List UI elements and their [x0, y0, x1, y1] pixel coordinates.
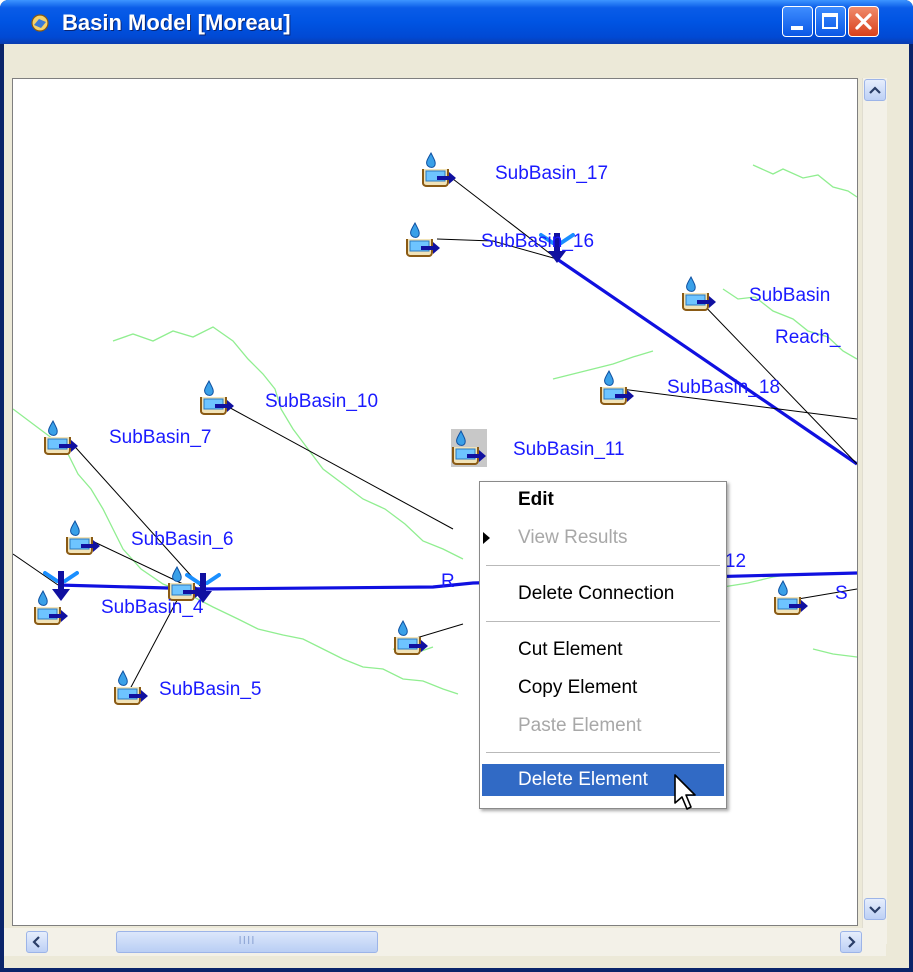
- chevron-up-icon: [869, 86, 881, 94]
- label-subbasin-17[interactable]: SubBasin_17: [495, 163, 608, 185]
- menu-separator: [486, 621, 720, 623]
- label-subbasin-16[interactable]: SubBasin_16: [481, 231, 594, 253]
- menu-item-paste-element[interactable]: Paste Element: [482, 710, 724, 742]
- chevron-left-icon: [32, 936, 40, 948]
- maximize-icon: [822, 13, 838, 29]
- chevron-down-icon: [869, 906, 881, 914]
- subbasin-icon[interactable]: [773, 579, 809, 617]
- label-subbasin-top-right[interactable]: SubBasin: [749, 285, 830, 307]
- label-subbasin-18[interactable]: SubBasin_18: [667, 377, 780, 399]
- label-reach-partial[interactable]: R: [441, 571, 455, 593]
- mouse-cursor-icon: [674, 774, 696, 810]
- subbasin-icon[interactable]: [393, 619, 429, 657]
- basin-model-window: Basin Model [Moreau] SubBasin_17 SubBasi…: [0, 0, 913, 972]
- label-subbasin-6[interactable]: SubBasin_6: [131, 529, 233, 551]
- subbasin-icon[interactable]: [65, 519, 101, 557]
- title-bar[interactable]: Basin Model [Moreau]: [0, 0, 913, 44]
- subbasin-icon[interactable]: [199, 379, 235, 417]
- menu-item-view-results-label: View Results: [518, 527, 628, 548]
- minimize-button[interactable]: [782, 6, 813, 37]
- subbasin-icon[interactable]: [43, 419, 79, 457]
- menu-separator: [486, 752, 720, 754]
- horizontal-scroll-thumb[interactable]: IIII: [116, 931, 378, 953]
- subbasin-icon[interactable]: [405, 221, 441, 259]
- label-subbasin-4[interactable]: SubBasin_4: [101, 597, 203, 619]
- close-button[interactable]: [848, 6, 879, 37]
- label-subbasin-partial[interactable]: S: [835, 583, 848, 605]
- menu-item-cut-element[interactable]: Cut Element: [482, 634, 724, 666]
- submenu-arrow-icon: [483, 532, 490, 544]
- label-reach-right[interactable]: Reach_: [775, 327, 841, 349]
- label-subbasin-5[interactable]: SubBasin_5: [159, 679, 261, 701]
- menu-item-copy-element[interactable]: Copy Element: [482, 672, 724, 704]
- menu-separator: [486, 565, 720, 567]
- label-subbasin-7[interactable]: SubBasin_7: [109, 427, 211, 449]
- context-menu: Edit View Results Delete Connection Cut …: [479, 481, 727, 809]
- menu-item-view-results[interactable]: View Results: [482, 522, 724, 554]
- subbasin-icon[interactable]: [421, 151, 457, 189]
- scroll-thumb-grip: IIII: [238, 934, 256, 947]
- window-frame: SubBasin_17 SubBasin_16 SubBasin Reach_ …: [4, 44, 909, 968]
- scroll-left-button[interactable]: [26, 931, 48, 953]
- maximize-button[interactable]: [815, 6, 846, 37]
- basin-canvas[interactable]: SubBasin_17 SubBasin_16 SubBasin Reach_ …: [12, 78, 858, 926]
- scroll-down-button[interactable]: [864, 898, 886, 920]
- subbasin-icon[interactable]: [599, 369, 635, 407]
- minimize-icon: [791, 26, 803, 30]
- scroll-up-button[interactable]: [864, 79, 886, 101]
- junction-icon[interactable]: [43, 567, 79, 605]
- vertical-scrollbar[interactable]: [862, 78, 887, 944]
- app-icon: [31, 14, 49, 32]
- subbasin-icon[interactable]: [113, 669, 149, 707]
- subbasin-icon-selected[interactable]: [451, 429, 487, 467]
- label-subbasin-11[interactable]: SubBasin_11: [513, 439, 625, 461]
- close-icon: [855, 13, 872, 30]
- subbasin-icon[interactable]: [681, 275, 717, 313]
- chevron-right-icon: [848, 936, 856, 948]
- menu-item-delete-connection[interactable]: Delete Connection: [482, 578, 724, 610]
- label-subbasin-10[interactable]: SubBasin_10: [265, 391, 378, 413]
- scroll-right-button[interactable]: [840, 931, 862, 953]
- window-title: Basin Model [Moreau]: [62, 10, 291, 35]
- menu-item-edit[interactable]: Edit: [482, 484, 724, 516]
- horizontal-scrollbar[interactable]: IIII: [4, 928, 886, 956]
- basin-network-drawing: [13, 164, 857, 695]
